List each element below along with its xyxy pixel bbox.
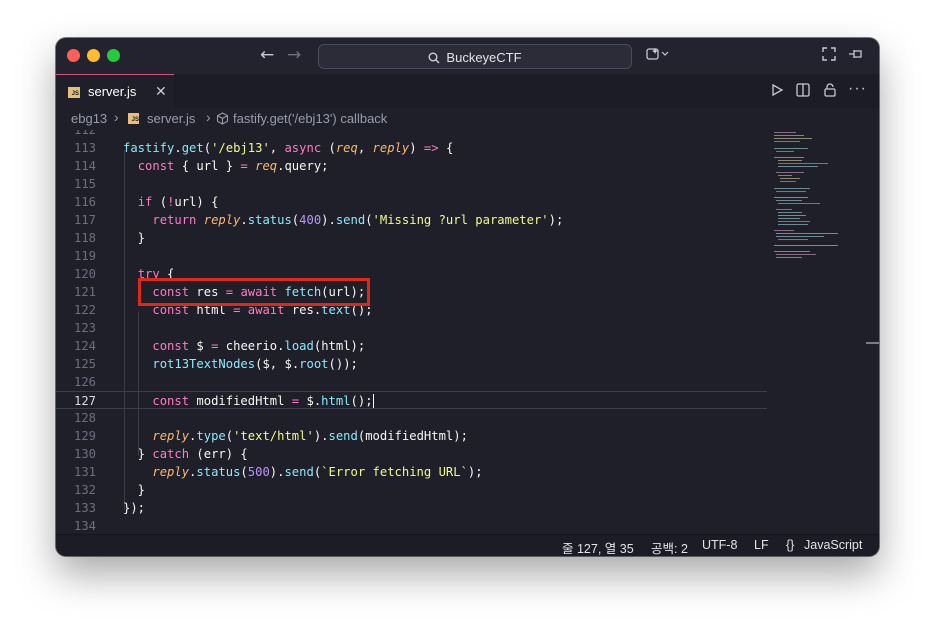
- code-line: 113 fastify.get('/ebj13', async (req, rep…: [73, 141, 454, 155]
- minimize-window-button[interactable]: [87, 49, 100, 62]
- pin-icon[interactable]: [848, 47, 864, 64]
- arrow-left-icon[interactable]: ←: [260, 45, 274, 65]
- scrollbar-thumb[interactable]: [866, 342, 879, 344]
- code-line: 123: [73, 321, 96, 335]
- breadcrumb: ebg13 › JS server.js › fastify.get('/ebj…: [56, 108, 879, 130]
- chevron-right-icon: ›: [206, 109, 211, 125]
- code-line: 134: [73, 519, 96, 533]
- javascript-file-icon: JS: [68, 87, 80, 98]
- code-line: 129 reply.type('text/html').send(modifie…: [73, 429, 468, 443]
- split-editor-icon[interactable]: [796, 83, 810, 100]
- code-line: 119: [73, 249, 96, 263]
- breadcrumb-folder[interactable]: ebg13: [71, 111, 107, 126]
- code-line: 125 rot13TextNodes($, $.root());: [73, 357, 358, 371]
- copilot-icon[interactable]: [646, 47, 670, 64]
- code-line: 131 reply.status(500).send(`Error fetchi…: [73, 465, 483, 479]
- code-line: 115: [73, 177, 96, 191]
- arrow-right-icon[interactable]: →: [287, 45, 301, 65]
- indentation-setting[interactable]: 공백: 2: [651, 538, 688, 556]
- code-line: 118 }: [73, 231, 146, 245]
- editor-window: ← → BuckeyeCTF JS server.js ✕ ··· ebg13 …: [56, 38, 879, 556]
- highlight-box: [138, 278, 370, 306]
- cube-symbol-icon: [216, 112, 229, 128]
- code-line: 130 } catch (err) {: [73, 447, 248, 461]
- fullscreen-icon[interactable]: [822, 47, 836, 64]
- search-icon: [428, 52, 440, 64]
- code-editor[interactable]: 112 113 fastify.get('/ebj13', async (req,…: [56, 130, 879, 534]
- braces-icon: {}: [786, 538, 795, 552]
- encoding-setting[interactable]: UTF-8: [702, 538, 737, 552]
- tab-server-js[interactable]: JS server.js ✕: [56, 74, 174, 109]
- search-label: BuckeyeCTF: [446, 50, 522, 66]
- close-window-button[interactable]: [67, 49, 80, 62]
- eol-setting[interactable]: LF: [754, 538, 769, 552]
- run-icon[interactable]: [770, 83, 784, 100]
- breadcrumb-symbol[interactable]: fastify.get('/ebj13') callback: [233, 111, 387, 126]
- code-line: 114 const { url } = req.query;: [73, 159, 329, 173]
- tab-label: server.js: [88, 84, 137, 99]
- tab-bar: JS server.js ✕ ···: [56, 74, 879, 109]
- code-line: 116 if (!url) {: [73, 195, 219, 209]
- title-bar: ← → BuckeyeCTF: [56, 38, 879, 75]
- breadcrumb-file[interactable]: server.js: [147, 111, 195, 126]
- status-bar: 줄 127, 열 35 공백: 2 UTF-8 LF {} JavaScript: [56, 534, 879, 556]
- code-line: 124 const $ = cheerio.load(html);: [73, 339, 366, 353]
- chevron-right-icon: ›: [114, 109, 119, 125]
- lock-icon[interactable]: [823, 83, 837, 100]
- more-actions-icon[interactable]: ···: [848, 80, 867, 98]
- code-line: 133});: [73, 501, 146, 515]
- command-center-search[interactable]: BuckeyeCTF: [318, 44, 632, 69]
- code-line: 117 return reply.status(400).send('Missi…: [73, 213, 564, 227]
- language-mode[interactable]: JavaScript: [804, 538, 862, 552]
- code-line: 132 }: [73, 483, 146, 497]
- code-line: 112: [73, 130, 96, 137]
- code-line: 126: [73, 375, 96, 389]
- zoom-window-button[interactable]: [107, 49, 120, 62]
- minimap[interactable]: [774, 130, 864, 280]
- cursor-position[interactable]: 줄 127, 열 35: [562, 538, 634, 556]
- code-line-active: 127 const modifiedHtml = $.html();: [56, 391, 767, 409]
- close-icon[interactable]: ✕: [155, 83, 167, 100]
- code-line: 128: [73, 411, 96, 425]
- javascript-file-icon: JS: [128, 113, 139, 124]
